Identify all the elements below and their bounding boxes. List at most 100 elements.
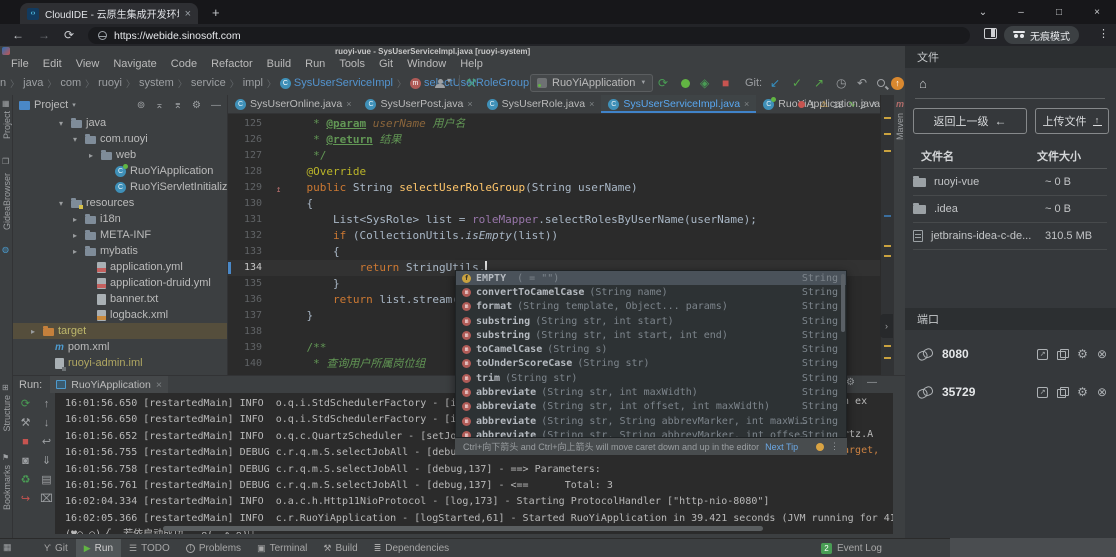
panel-expander-icon[interactable]: › [880,314,893,338]
expand-all-icon[interactable]: ⌅ [155,100,163,111]
rerun-icon[interactable]: ⟳ [658,76,668,90]
tree-item-ruoyi-admin-iml[interactable]: ruoyi-admin.iml [13,355,227,371]
console-hscrollbar[interactable] [163,526,763,531]
statusbar-build[interactable]: ⚒Build [315,539,365,557]
menu-view[interactable]: View [69,58,107,70]
completion-item[interactable]: msubstring(String str, int start)String [456,314,846,328]
open-external-icon[interactable]: ↗ [1037,387,1048,398]
editor-tab-sysuserrole-java[interactable]: CSysUserRole.java× [480,95,602,113]
bookmarks-stripe-icon[interactable]: ⚑ [2,453,9,462]
tree-item-pom-xml[interactable]: mpom.xml [13,339,227,355]
completion-item[interactable]: mformat(String template, Object... param… [456,300,846,314]
project-stripe-icon[interactable]: ▦ [2,99,10,108]
gideabrowser-icon[interactable]: ◍ [2,245,9,254]
completion-item[interactable]: mtoCamelCase(String s)String [456,342,846,356]
event-log-button[interactable]: 2Event Log [821,543,882,554]
editor-tab-sysuseronline-java[interactable]: CSysUserOnline.java× [228,95,358,113]
update-available-icon[interactable]: ↑ [891,77,904,90]
stop-app-icon[interactable]: ■ [22,437,29,448]
git-history-icon[interactable]: ◷ [836,76,846,90]
git-rollback-icon[interactable]: ↶ [857,76,867,90]
completion-item[interactable]: fEMPTY ( = "")String [456,271,846,285]
completion-item[interactable]: mconvertToCamelCase(String name)String [456,285,846,299]
tab-close-icon[interactable]: × [346,99,351,109]
browser-menu-icon[interactable]: ⋮ [1098,27,1109,40]
site-info-icon[interactable] [98,31,107,40]
completion-item[interactable]: mtoUnderScoreCase(String str)String [456,357,846,371]
editor-tab-sysuserserviceimpl-java[interactable]: CSysUserServiceImpl.java× [601,95,756,113]
menu-help[interactable]: Help [453,58,490,70]
port-close-icon[interactable]: ⊗ [1097,385,1107,399]
tree-item-java[interactable]: ▾java [13,115,227,131]
home-icon[interactable]: ⌂ [919,76,927,91]
next-tip-link[interactable]: Next Tip [765,442,798,452]
tree-chevron-icon[interactable]: ▸ [31,327,39,336]
completion-item[interactable]: mabbreviate(String str, String abbrevMar… [456,414,846,428]
menu-edit[interactable]: Edit [36,58,69,70]
run-tab-close-icon[interactable]: × [156,379,162,391]
run-config-combo[interactable]: RuoYiApplication ▼ [530,74,653,92]
project-view-label[interactable]: Project [34,99,68,111]
scroll-end-icon[interactable]: ⇓ [42,456,51,467]
collapse-all-icon[interactable]: ⌆ [174,100,182,111]
statusbar-todo[interactable]: ☰TODO [121,539,178,557]
file-row[interactable]: jetbrains-idea-c-de...310.5 MB [913,223,1107,250]
stripe-label-maven[interactable]: Maven [895,113,905,140]
tree-item-ruoyiservletinitialize[interactable]: CRuoYiServletInitialize [13,179,227,195]
up-stack-icon[interactable]: ↑ [44,399,50,410]
clear-console-icon[interactable]: ⌧ [40,494,53,505]
completion-item[interactable]: mabbreviate(String str, String abbrevMar… [456,428,846,438]
statusbar-terminal[interactable]: ▣Terminal [249,539,315,557]
run-tab[interactable]: RuoYiApplication × [50,376,168,393]
maven-icon[interactable]: m [896,99,904,109]
breadcrumb-item[interactable]: service [191,77,226,89]
structure-stripe-icon[interactable]: ⊞ [2,383,9,392]
git-update-icon[interactable]: ↙ [770,76,780,90]
panel-hide-icon[interactable]: — [211,100,221,111]
tree-chevron-icon[interactable]: ▸ [73,215,81,224]
user-dropdown-icon[interactable]: ▾ [447,76,451,85]
menu-code[interactable]: Code [164,58,204,70]
breadcrumb-item[interactable]: java [23,77,43,89]
completion-item[interactable]: mtrim(String str)String [456,371,846,385]
rerun-app-icon[interactable]: ⟳ [21,399,30,410]
port-settings-icon[interactable]: ⚙ [1077,385,1088,399]
breadcrumb-item[interactable]: com [60,77,81,89]
port-settings-icon[interactable]: ⚙ [1077,347,1088,361]
stop-icon[interactable]: ■ [722,76,729,90]
popup-scrollbar[interactable] [841,274,845,332]
tree-item-application-yml[interactable]: application.yml [13,259,227,275]
tree-item-application-druid-yml[interactable]: application-druid.yml [13,275,227,291]
maximize-icon[interactable]: □ [1040,7,1078,18]
breadcrumb-item[interactable]: impl [243,77,263,89]
close-icon[interactable]: × [1078,7,1116,18]
tree-item-logback-xml[interactable]: logback.xml [13,307,227,323]
folder-stripe-icon[interactable]: ❒ [2,157,9,166]
statusbar-problems[interactable]: !Problems [178,539,249,557]
tree-chevron-icon[interactable]: ▸ [73,231,81,240]
tab-close-icon[interactable]: × [185,8,191,20]
tree-chevron-icon[interactable]: ▾ [59,199,67,208]
coverage-icon[interactable]: ◈ [700,76,709,90]
browser-tab[interactable]: ‹› CloudIDE - 云原生集成开发环境 × [20,3,198,24]
statusbar-git[interactable]: ϒGit [36,539,76,557]
menu-tools[interactable]: Tools [332,58,372,70]
copy-icon[interactable] [1057,349,1068,360]
search-icon[interactable] [877,79,885,87]
stripe-label-gideabrowser[interactable]: GideaBrowser [2,173,12,230]
statusbar-dependencies[interactable]: ≣Dependencies [366,539,457,557]
tree-item-web[interactable]: ▸web [13,147,227,163]
minimize-icon[interactable]: – [1002,7,1040,18]
completion-item[interactable]: mabbreviate(String str, int maxWidth)Str… [456,385,846,399]
locate-icon[interactable]: ⊚ [137,100,145,111]
edit-config-icon[interactable]: ⚒ [21,418,31,429]
git-commit-icon[interactable]: ✓ [792,76,802,90]
completion-item[interactable]: mabbreviate(String str, int offset, int … [456,400,846,414]
menu-build[interactable]: Build [260,58,298,70]
menu-file[interactable]: File [4,58,36,70]
reload-icon[interactable]: ⟳ [64,28,74,42]
run-settings-icon[interactable]: ⚙ [846,377,855,388]
tree-item-target[interactable]: ▸target [13,323,227,339]
tree-chevron-icon[interactable]: ▸ [89,151,97,160]
breadcrumb-item[interactable]: CSysUserServiceImpl [280,77,393,89]
